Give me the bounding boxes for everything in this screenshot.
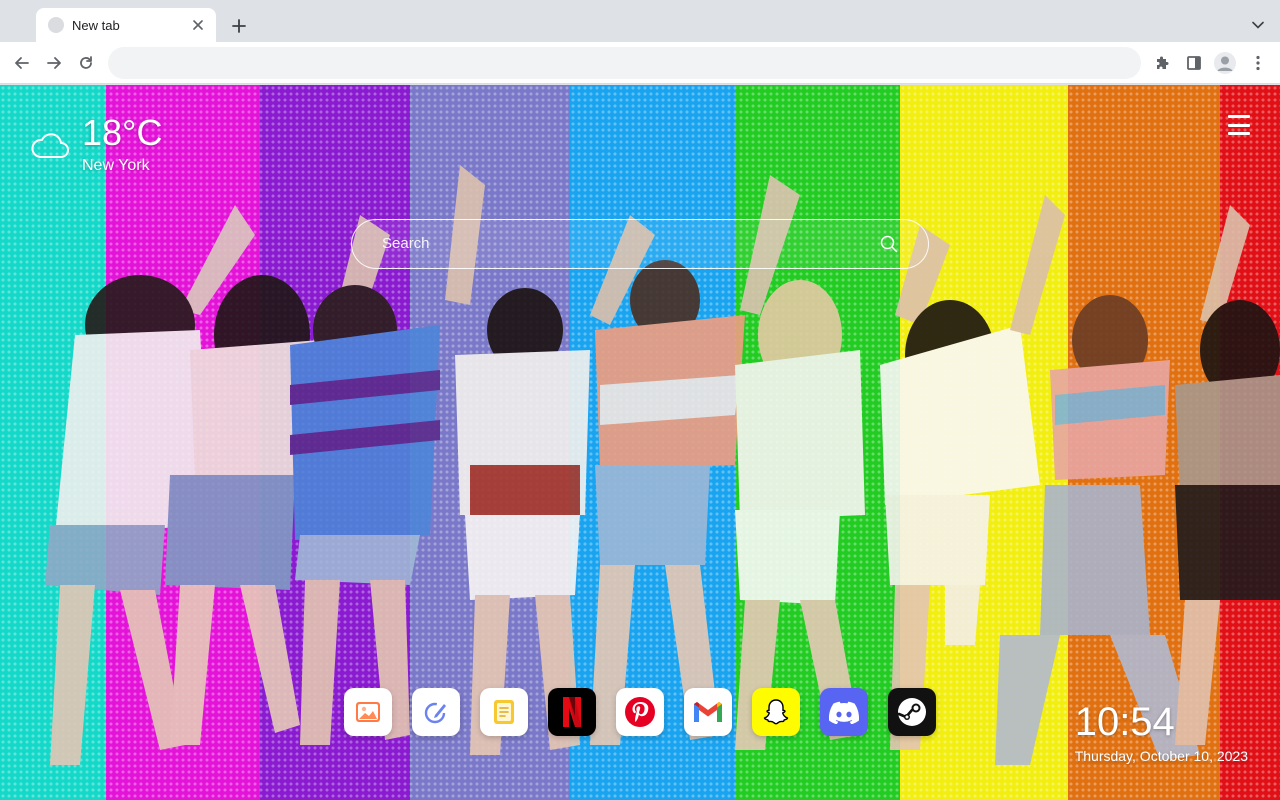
tab-strip: New tab: [0, 0, 1280, 42]
dancer-3: [290, 215, 440, 745]
app-discord-button[interactable]: [820, 688, 868, 736]
snapchat-icon: [763, 699, 789, 725]
image-icon: [356, 702, 380, 722]
weather-text: 18°C New York: [82, 113, 162, 175]
hamburger-line: [1228, 123, 1250, 127]
pen-icon: [424, 702, 446, 724]
close-icon: [193, 20, 203, 30]
temperature: 18°C: [82, 112, 163, 153]
arrow-left-icon: [15, 57, 29, 69]
dancer-5: [590, 215, 745, 745]
more-vertical-icon: [1256, 55, 1260, 71]
address-bar[interactable]: [108, 47, 1141, 79]
pinterest-icon: [625, 697, 655, 727]
app-steam-button[interactable]: [888, 688, 936, 736]
browser-menu-button[interactable]: [1245, 50, 1271, 76]
tab-close-button[interactable]: [190, 17, 206, 33]
puzzle-icon: [1157, 56, 1169, 69]
user-icon: [1217, 56, 1233, 71]
tab-favicon-icon: [48, 17, 64, 33]
side-panel-icon: [1187, 56, 1201, 70]
search-icon[interactable]: [880, 235, 898, 253]
note-icon: [494, 700, 514, 724]
app-edit-button[interactable]: [412, 688, 460, 736]
side-panel-button[interactable]: [1181, 50, 1207, 76]
browser-toolbar: [0, 42, 1280, 84]
forward-button[interactable]: [41, 50, 67, 76]
gmail-icon: [694, 702, 722, 722]
extensions-button[interactable]: [1149, 50, 1175, 76]
weather-widget[interactable]: 18°C New York: [30, 113, 162, 175]
app-snapchat-button[interactable]: [752, 688, 800, 736]
reload-icon: [80, 56, 92, 69]
steam-icon: [897, 698, 926, 726]
profile-button[interactable]: [1212, 50, 1238, 76]
arrow-right-icon: [47, 57, 61, 69]
tab-search-button[interactable]: [1246, 13, 1270, 37]
app-dock: [344, 688, 936, 736]
app-netflix-button[interactable]: [548, 688, 596, 736]
cloud-icon: [31, 133, 69, 158]
dancer-9: [1175, 205, 1280, 745]
reload-button[interactable]: [73, 50, 99, 76]
app-gallery-button[interactable]: [344, 688, 392, 736]
new-tab-button[interactable]: [226, 13, 252, 39]
weather-city: New York: [82, 157, 150, 174]
avatar: [1214, 52, 1236, 74]
app-gmail-button[interactable]: [684, 688, 732, 736]
clock-widget: 10:54 Thursday, October 10, 2023: [1075, 700, 1248, 764]
app-pinterest-button[interactable]: [616, 688, 664, 736]
plus-icon: [232, 19, 246, 33]
page-menu-button[interactable]: [1228, 115, 1250, 135]
back-button[interactable]: [9, 50, 35, 76]
app-notes-button[interactable]: [480, 688, 528, 736]
hamburger-menu-icon: [1228, 115, 1250, 118]
new-tab-page: 18°C New York Search 10:54 Thursday, Oct…: [0, 85, 1280, 800]
search-input[interactable]: [382, 220, 862, 267]
clock-date: Thursday, October 10, 2023: [1074, 748, 1248, 764]
netflix-icon: [563, 697, 581, 727]
chevron-down-icon: [1252, 21, 1264, 29]
hamburger-line: [1228, 132, 1250, 135]
tab-new-tab[interactable]: New tab: [36, 8, 216, 42]
clock-time: 10:54: [1074, 700, 1175, 744]
discord-icon: [828, 701, 860, 724]
search-box: [351, 219, 929, 269]
tab-title: New tab: [72, 17, 120, 33]
